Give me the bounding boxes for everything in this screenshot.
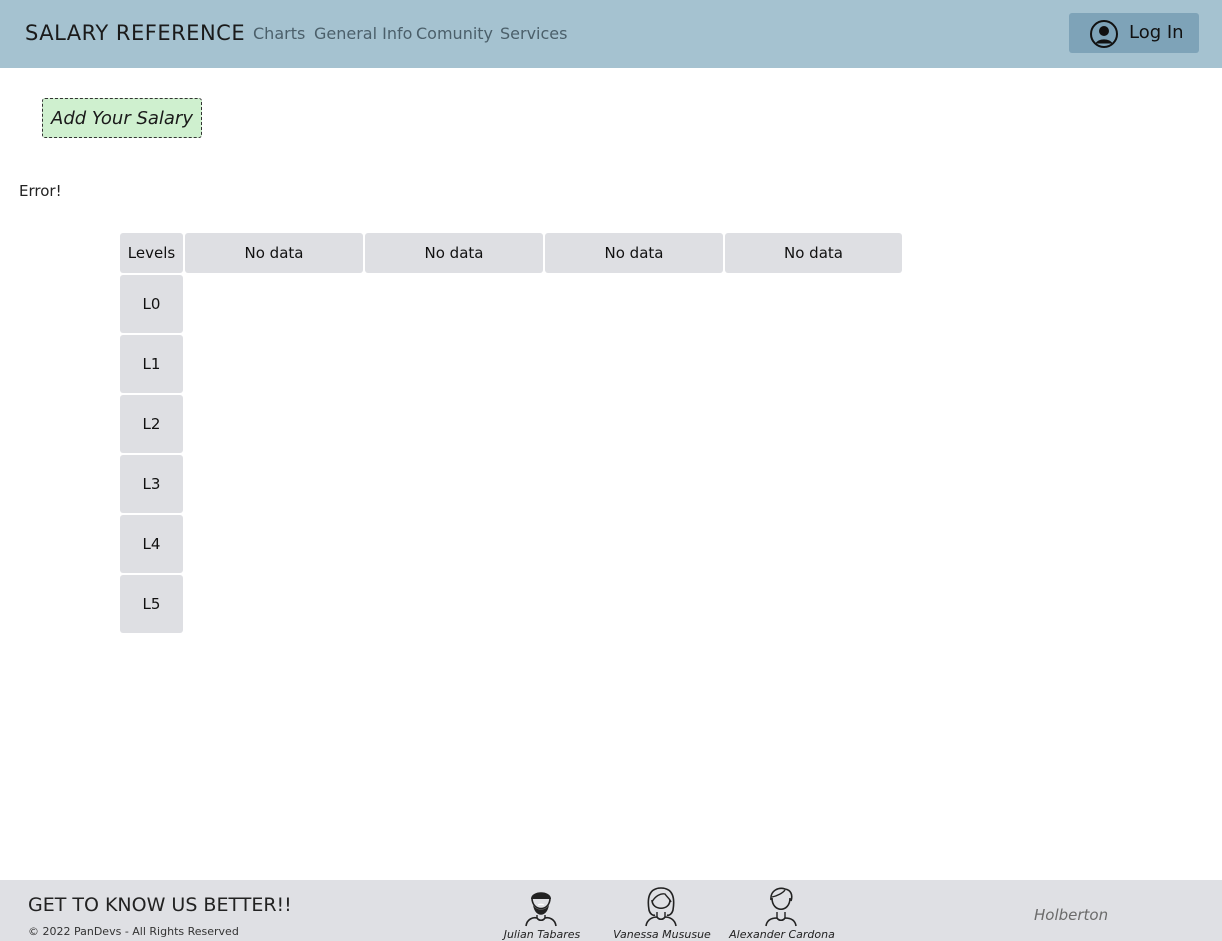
woman-avatar-icon — [645, 887, 677, 927]
nav-link-general-info[interactable]: General Info — [314, 24, 412, 43]
team-member-name: Alexander Cardona — [729, 928, 835, 941]
user-circle-icon — [1090, 20, 1118, 48]
table-row-level: L0 — [120, 275, 183, 333]
table-header-column: No data — [545, 233, 723, 273]
copyright-text: © 2022 PanDevs - All Rights Reserved — [28, 925, 239, 938]
man-avatar-icon — [765, 887, 797, 927]
table-row-level: L4 — [120, 515, 183, 573]
team-member-name: Julian Tabares — [503, 928, 581, 941]
table-row-level: L2 — [120, 395, 183, 453]
team-member-alexander[interactable]: Alexander Cardona — [727, 880, 837, 941]
nav-link-services[interactable]: Services — [500, 24, 567, 43]
team-member-julian[interactable]: Julian Tabares — [487, 880, 597, 941]
brand-title[interactable]: SALARY REFERENCE — [25, 21, 245, 45]
add-salary-button[interactable]: Add Your Salary — [42, 98, 202, 138]
login-button[interactable]: Log In — [1069, 13, 1199, 53]
holberton-link[interactable]: Holberton — [1034, 906, 1108, 924]
bearded-man-avatar-icon — [525, 892, 557, 927]
team-member-vanessa[interactable]: Vanessa Mususue — [607, 880, 717, 941]
error-message: Error! — [19, 182, 62, 200]
table-header-column: No data — [185, 233, 363, 273]
nav-link-charts[interactable]: Charts — [253, 24, 305, 43]
team-member-name: Vanessa Mususue — [613, 928, 711, 941]
table-header-column: No data — [365, 233, 543, 273]
table-row-level: L1 — [120, 335, 183, 393]
table-row-level: L5 — [120, 575, 183, 633]
navbar: SALARY REFERENCE Charts General Info Com… — [0, 0, 1222, 68]
table-row-level: L3 — [120, 455, 183, 513]
table-header-column: No data — [725, 233, 902, 273]
footer: GET TO KNOW US BETTER!! © 2022 PanDevs -… — [0, 880, 1222, 941]
footer-title: GET TO KNOW US BETTER!! — [28, 894, 292, 916]
login-label: Log In — [1129, 22, 1184, 43]
table-header-levels: Levels — [120, 233, 183, 273]
nav-link-comunity[interactable]: Comunity — [416, 24, 493, 43]
